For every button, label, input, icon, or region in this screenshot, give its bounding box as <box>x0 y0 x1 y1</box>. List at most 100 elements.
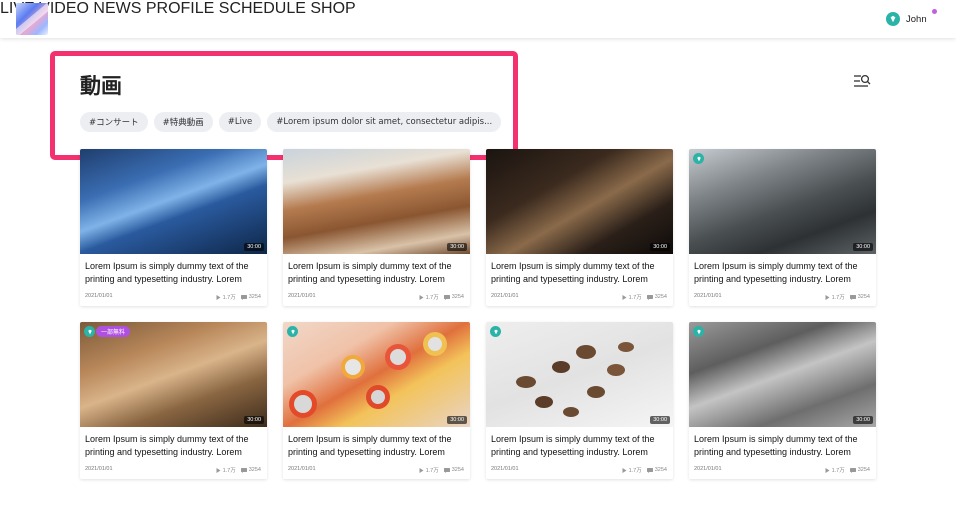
view-count: 1.7万 <box>222 468 236 474</box>
video-stats: 1.7万 3254 <box>419 466 464 474</box>
nav-news[interactable]: NEWS <box>93 0 141 17</box>
notification-dot <box>932 9 937 14</box>
comment-icon <box>443 467 450 473</box>
comment-icon <box>646 467 653 473</box>
video-thumbnail[interactable]: 30:00 <box>283 149 470 254</box>
video-title[interactable]: Lorem Ipsum is simply dummy text of the … <box>694 433 874 459</box>
comment-count: 3254 <box>654 294 667 300</box>
comment-count: 3254 <box>451 467 464 473</box>
comment-count: 3254 <box>857 294 870 300</box>
video-title[interactable]: Lorem Ipsum is simply dummy text of the … <box>85 433 265 459</box>
gem-icon <box>693 153 704 164</box>
video-stats: 1.7万 3254 <box>825 293 870 301</box>
play-icon <box>825 467 830 473</box>
video-card[interactable]: 30:00 Lorem Ipsum is simply dummy text of… <box>486 322 673 479</box>
comment-count: 3254 <box>654 467 667 473</box>
video-stats: 1.7万 3254 <box>825 466 870 474</box>
comment-icon <box>240 467 247 473</box>
comment-count: 3254 <box>451 294 464 300</box>
comment-icon <box>240 294 247 300</box>
view-count: 1.7万 <box>831 295 845 301</box>
comment-icon <box>849 467 856 473</box>
video-duration: 30:00 <box>244 416 264 424</box>
view-count: 1.7万 <box>222 295 236 301</box>
paint-tubes-image <box>289 332 447 418</box>
video-card[interactable]: 30:00 Lorem Ipsum is simply dummy text of… <box>689 149 876 306</box>
video-duration: 30:00 <box>447 416 467 424</box>
video-thumbnail[interactable]: 30:00 <box>486 149 673 254</box>
gem-icon <box>693 326 704 337</box>
view-count: 1.7万 <box>628 295 642 301</box>
site-logo[interactable] <box>16 3 48 35</box>
video-stats: 1.7万 3254 <box>622 293 667 301</box>
play-icon <box>419 294 424 300</box>
play-icon <box>622 467 627 473</box>
video-stats: 1.7万 3254 <box>216 466 261 474</box>
gem-icon <box>84 326 95 337</box>
view-count: 1.7万 <box>831 468 845 474</box>
gem-icon <box>287 326 298 337</box>
video-duration: 30:00 <box>650 243 670 251</box>
video-thumbnail[interactable]: 30:00 一部無料 <box>80 322 267 427</box>
video-card[interactable]: 30:00 Lorem Ipsum is simply dummy text of… <box>486 149 673 306</box>
gem-icon <box>886 12 900 26</box>
play-icon <box>419 467 424 473</box>
mushrooms-image <box>516 342 634 417</box>
site-header: LIVE VIDEO NEWS PROFILE SCHEDULE SHOP Jo… <box>0 0 956 38</box>
highlight-box <box>50 51 518 160</box>
user-menu[interactable]: John <box>886 9 937 27</box>
comment-icon <box>849 294 856 300</box>
view-count: 1.7万 <box>628 468 642 474</box>
user-name: John <box>906 13 927 25</box>
video-date: 2021/01/01 <box>85 293 113 299</box>
video-title[interactable]: Lorem Ipsum is simply dummy text of the … <box>288 260 468 286</box>
comment-count: 3254 <box>248 294 261 300</box>
view-count: 1.7万 <box>425 468 439 474</box>
video-thumbnail[interactable]: 30:00 <box>689 322 876 427</box>
video-date: 2021/01/01 <box>694 466 722 472</box>
video-duration: 30:00 <box>447 243 467 251</box>
video-date: 2021/01/01 <box>85 466 113 472</box>
play-icon <box>216 467 221 473</box>
video-stats: 1.7万 3254 <box>622 466 667 474</box>
video-date: 2021/01/01 <box>288 466 316 472</box>
video-date: 2021/01/01 <box>491 466 519 472</box>
filter-search-icon[interactable] <box>852 73 872 89</box>
video-date: 2021/01/01 <box>491 293 519 299</box>
video-thumbnail[interactable]: 30:00 <box>486 322 673 427</box>
video-date: 2021/01/01 <box>288 293 316 299</box>
nav-schedule[interactable]: SCHEDULE <box>219 0 306 17</box>
play-icon <box>216 294 221 300</box>
comment-count: 3254 <box>857 467 870 473</box>
video-title[interactable]: Lorem Ipsum is simply dummy text of the … <box>491 433 671 459</box>
play-icon <box>622 294 627 300</box>
view-count: 1.7万 <box>425 295 439 301</box>
nav-shop[interactable]: SHOP <box>310 0 355 17</box>
video-thumbnail[interactable]: 30:00 <box>689 149 876 254</box>
video-card[interactable]: 30:00 Lorem Ipsum is simply dummy text of… <box>283 149 470 306</box>
video-card[interactable]: 30:00 Lorem Ipsum is simply dummy text of… <box>689 322 876 479</box>
video-duration: 30:00 <box>650 416 670 424</box>
video-card[interactable]: 30:00 一部無料 Lorem Ipsum is simply dummy tex… <box>80 322 267 479</box>
video-thumbnail[interactable]: 30:00 <box>283 322 470 427</box>
comment-count: 3254 <box>248 467 261 473</box>
video-title[interactable]: Lorem Ipsum is simply dummy text of the … <box>694 260 874 286</box>
comment-icon <box>646 294 653 300</box>
video-card[interactable]: 30:00 Lorem Ipsum is simply dummy text of… <box>80 149 267 306</box>
free-badge: 一部無料 <box>96 326 131 337</box>
video-title[interactable]: Lorem Ipsum is simply dummy text of the … <box>85 260 265 286</box>
play-icon <box>825 294 830 300</box>
video-title[interactable]: Lorem Ipsum is simply dummy text of the … <box>491 260 671 286</box>
video-date: 2021/01/01 <box>694 293 722 299</box>
video-duration: 30:00 <box>853 416 873 424</box>
video-card[interactable]: 30:00 Lorem Ipsum is simply dummy text of… <box>283 322 470 479</box>
video-stats: 1.7万 3254 <box>216 293 261 301</box>
gem-icon <box>490 326 501 337</box>
video-duration: 30:00 <box>244 243 264 251</box>
comment-icon <box>443 294 450 300</box>
video-thumbnail[interactable]: 30:00 <box>80 149 267 254</box>
nav-profile[interactable]: PROFILE <box>146 0 214 17</box>
video-duration: 30:00 <box>853 243 873 251</box>
video-stats: 1.7万 3254 <box>419 293 464 301</box>
video-title[interactable]: Lorem Ipsum is simply dummy text of the … <box>288 433 468 459</box>
